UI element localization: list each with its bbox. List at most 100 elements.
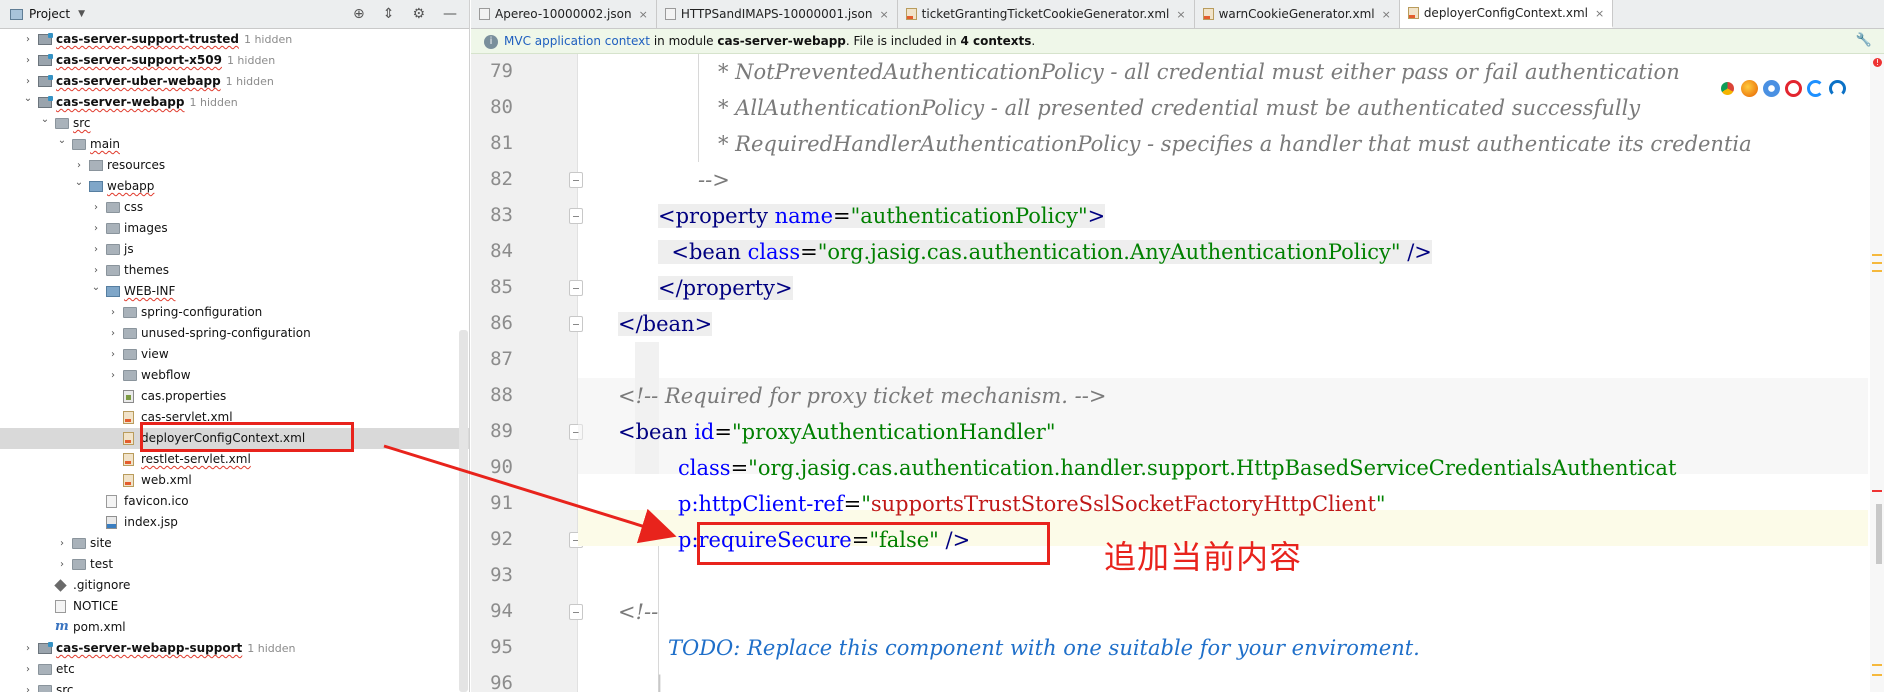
tree-item[interactable]: › css bbox=[0, 197, 469, 218]
chevron-right-icon[interactable]: › bbox=[56, 554, 68, 575]
edge-icon[interactable] bbox=[1829, 80, 1846, 97]
tree-item[interactable]: › themes bbox=[0, 260, 469, 281]
tree-item[interactable]: › cas-server-support-x509 1 hidden bbox=[0, 50, 469, 71]
close-icon[interactable]: × bbox=[639, 8, 648, 21]
tree-item[interactable]: › view bbox=[0, 344, 469, 365]
close-icon[interactable]: × bbox=[1595, 7, 1604, 20]
tree-item[interactable]: › js bbox=[0, 239, 469, 260]
line-number: 96 bbox=[490, 672, 513, 694]
tree-item[interactable]: › site bbox=[0, 533, 469, 554]
error-marker[interactable] bbox=[1872, 490, 1882, 492]
tree-item[interactable]: cas.properties bbox=[0, 386, 469, 407]
chevron-right-icon[interactable]: › bbox=[90, 239, 102, 260]
warning-marker[interactable] bbox=[1872, 254, 1882, 256]
chevron-right-icon[interactable]: › bbox=[107, 302, 119, 323]
tree-item[interactable]: ⌄ main bbox=[0, 134, 469, 155]
locate-file-icon[interactable]: ⊕ bbox=[353, 6, 365, 22]
editor-tab[interactable]: deployerConfigContext.xml × bbox=[1399, 0, 1614, 28]
opera-icon[interactable] bbox=[1785, 80, 1802, 97]
tree-item[interactable]: restlet-servlet.xml bbox=[0, 449, 469, 470]
tree-item[interactable]: › resources bbox=[0, 155, 469, 176]
editor-tab[interactable]: ticketGrantingTicketCookieGenerator.xml × bbox=[898, 0, 1195, 28]
hide-panel-icon[interactable]: — bbox=[443, 6, 457, 22]
tree-item[interactable]: › test bbox=[0, 554, 469, 575]
warning-marker[interactable] bbox=[1872, 674, 1882, 676]
chevron-down-icon[interactable]: ⌄ bbox=[22, 88, 34, 109]
browser-preview-icons bbox=[1719, 80, 1846, 97]
chevron-down-icon: ▼ bbox=[78, 9, 85, 19]
project-scrollbar[interactable] bbox=[459, 330, 468, 692]
chevron-right-icon[interactable]: › bbox=[22, 659, 34, 680]
tree-item[interactable]: › src bbox=[0, 680, 469, 692]
editor-tab[interactable]: HTTPSandIMAPS-10000001.json × bbox=[657, 0, 898, 28]
chevron-right-icon[interactable]: › bbox=[22, 29, 34, 50]
warning-marker[interactable] bbox=[1872, 262, 1882, 264]
xml-quote: " bbox=[1375, 492, 1386, 516]
chevron-right-icon[interactable]: › bbox=[107, 365, 119, 386]
folder-icon bbox=[123, 328, 137, 339]
editor-tab[interactable]: warnCookieGenerator.xml × bbox=[1195, 0, 1400, 28]
chevron-right-icon[interactable]: › bbox=[22, 638, 34, 659]
chevron-down-icon[interactable]: ⌄ bbox=[39, 109, 51, 130]
chevron-right-icon[interactable]: › bbox=[90, 218, 102, 239]
tree-item[interactable]: m pom.xml bbox=[0, 617, 469, 638]
tree-item[interactable]: ⌄ webapp bbox=[0, 176, 469, 197]
tree-item[interactable]: NOTICE bbox=[0, 596, 469, 617]
project-view-selector[interactable]: Project ▼ bbox=[10, 7, 85, 21]
wrench-icon[interactable]: 🔧 bbox=[1856, 29, 1872, 53]
chevron-down-icon[interactable]: ⌄ bbox=[56, 130, 68, 151]
project-panel: Project ▼ ⊕ ⇕ ⚙ — › cas-server-support-tr… bbox=[0, 0, 470, 692]
module-icon bbox=[38, 642, 53, 654]
scroll-thumb[interactable] bbox=[1876, 504, 1882, 564]
warning-marker[interactable] bbox=[1872, 270, 1882, 272]
tree-item[interactable]: › webflow bbox=[0, 365, 469, 386]
tree-item[interactable]: index.jsp bbox=[0, 512, 469, 533]
line-number-gutter[interactable]: 79 80 81 82 83 84 85 86 87 88 89 90 91 92 93 94 95 96 bbox=[471, 54, 583, 694]
code-editor[interactable]: * NotPreventedAuthenticationPolicy - all… bbox=[578, 54, 1868, 692]
xml-file-icon bbox=[123, 411, 134, 424]
chevron-right-icon[interactable]: › bbox=[107, 344, 119, 365]
tree-item[interactable]: web.xml bbox=[0, 470, 469, 491]
editor-scrollbar[interactable]: ! bbox=[1870, 54, 1884, 692]
chevron-right-icon[interactable]: › bbox=[56, 533, 68, 554]
code-line-84: <bean class="org.jasig.cas.authenticatio… bbox=[658, 234, 1432, 270]
chevron-down-icon[interactable]: ⌄ bbox=[90, 277, 102, 298]
warning-marker[interactable] bbox=[1872, 664, 1882, 666]
tree-item[interactable]: › cas-server-uber-webapp 1 hidden bbox=[0, 71, 469, 92]
chrome-icon[interactable] bbox=[1719, 80, 1736, 97]
tree-item[interactable]: ⌄ cas-server-webapp 1 hidden bbox=[0, 92, 469, 113]
tree-item-label: webflow bbox=[141, 368, 191, 382]
chevron-down-icon[interactable]: ⌄ bbox=[73, 172, 85, 193]
tree-item[interactable]: › images bbox=[0, 218, 469, 239]
chevron-right-icon[interactable]: › bbox=[22, 50, 34, 71]
hidden-count: 1 hidden bbox=[225, 75, 274, 88]
tree-item[interactable]: › cas-server-webapp-support 1 hidden bbox=[0, 638, 469, 659]
close-icon[interactable]: × bbox=[879, 8, 888, 21]
tree-item[interactable]: › cas-server-support-trusted 1 hidden bbox=[0, 29, 469, 50]
line-number: 88 bbox=[490, 384, 513, 406]
tree-item[interactable]: › etc bbox=[0, 659, 469, 680]
tree-item-label: cas-server-support-trusted 1 hidden bbox=[56, 32, 293, 46]
comment-start: <!-- bbox=[618, 600, 659, 624]
tree-item[interactable]: .gitignore bbox=[0, 575, 469, 596]
error-indicator-icon[interactable]: ! bbox=[1873, 58, 1882, 67]
gear-icon[interactable]: ⚙ bbox=[412, 6, 425, 22]
close-icon[interactable]: × bbox=[1382, 8, 1391, 21]
chevron-right-icon[interactable]: › bbox=[90, 197, 102, 218]
editor-tab-label: Apereo-10000002.json bbox=[495, 7, 632, 21]
safari-icon[interactable] bbox=[1763, 80, 1780, 97]
tree-item[interactable]: › spring-configuration bbox=[0, 302, 469, 323]
chevron-right-icon[interactable]: › bbox=[22, 680, 34, 692]
tree-item[interactable]: › unused-spring-configuration bbox=[0, 323, 469, 344]
tree-item[interactable]: favicon.ico bbox=[0, 491, 469, 512]
mvc-context-link[interactable]: MVC application context bbox=[504, 34, 650, 48]
editor-tab[interactable]: Apereo-10000002.json × bbox=[471, 0, 657, 28]
close-icon[interactable]: × bbox=[1176, 8, 1185, 21]
chevron-right-icon[interactable]: › bbox=[107, 323, 119, 344]
firefox-icon[interactable] bbox=[1741, 80, 1758, 97]
collapse-all-icon[interactable]: ⇕ bbox=[383, 6, 395, 22]
tree-item[interactable]: ⌄ WEB-INF bbox=[0, 281, 469, 302]
comment-text: <!-- Required for proxy ticket mechanism… bbox=[618, 384, 1107, 408]
tree-item[interactable]: ⌄ src bbox=[0, 113, 469, 134]
ie-icon[interactable] bbox=[1807, 80, 1824, 97]
